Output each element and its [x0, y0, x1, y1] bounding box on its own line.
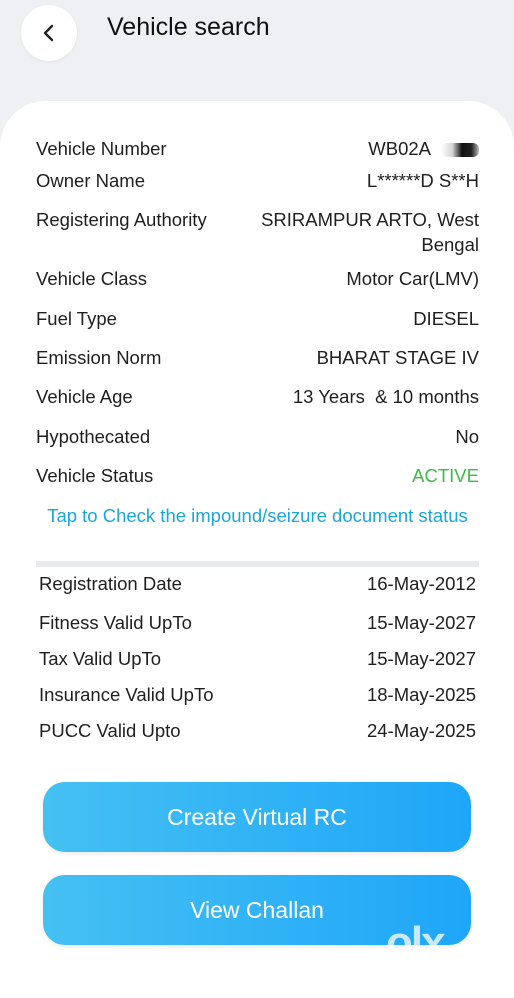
olx-watermark-sub: INDIA [449, 963, 468, 970]
detail-label: Emission Norm [36, 347, 162, 368]
detail-label: Registering Authority [36, 209, 207, 230]
chevron-left-icon [43, 24, 54, 42]
detail-row-registering-authority: Registering Authority SRIRAMPUR ARTO, We… [36, 207, 479, 257]
validity-value: 15-May-2027 [366, 612, 476, 633]
validity-value: 16-May-2012 [366, 573, 476, 594]
detail-row-fuel-type: Fuel Type DIESEL [36, 306, 479, 331]
impound-status-link[interactable]: Tap to Check the impound/seizure documen… [36, 503, 479, 528]
validity-label: Fitness Valid UpTo [39, 612, 192, 633]
detail-row-hypothecated: Hypothecated No [36, 424, 479, 449]
detail-label: Hypothecated [36, 426, 151, 447]
detail-value: No [455, 426, 479, 447]
detail-value: WB02A [368, 136, 479, 161]
validity-row-tax: Tax Valid UpTo 15-May-2027 [39, 647, 476, 671]
detail-value: DIESEL [413, 308, 479, 329]
back-button[interactable] [21, 5, 77, 61]
detail-value: Motor Car(LMV) [346, 268, 479, 289]
detail-label: Vehicle Class [36, 268, 148, 289]
validity-label: Registration Date [39, 573, 182, 594]
detail-label: Fuel Type [36, 308, 117, 329]
detail-label: Vehicle Age [36, 386, 133, 407]
detail-row-vehicle-class: Vehicle Class Motor Car(LMV) [36, 266, 479, 291]
page-title: Vehicle search [107, 13, 270, 41]
validity-row-fitness: Fitness Valid UpTo 15-May-2027 [39, 611, 476, 635]
validity-value: 24-May-2025 [366, 720, 476, 741]
olx-watermark-logo: olx [386, 918, 446, 967]
detail-label: Vehicle Number [36, 138, 167, 159]
detail-row-emission-norm: Emission Norm BHARAT STAGE IV [36, 345, 479, 370]
validity-value: 15-May-2027 [366, 648, 476, 669]
validity-value: 18-May-2025 [366, 684, 476, 705]
detail-label: Vehicle Status [36, 465, 154, 486]
detail-row-vehicle-status: Vehicle Status ACTIVE [36, 463, 479, 488]
detail-row-vehicle-number: Vehicle Number WB02A [36, 136, 479, 161]
validity-row-pucc: PUCC Valid Upto 24-May-2025 [39, 719, 476, 743]
detail-value: L******D S**H [366, 170, 479, 191]
detail-label: Owner Name [36, 170, 145, 191]
validity-label: PUCC Valid Upto [39, 720, 181, 741]
detail-row-vehicle-age: Vehicle Age 13 Years & 10 months [36, 384, 479, 409]
detail-row-owner-name: Owner Name L******D S**H [36, 168, 479, 193]
masked-text [441, 143, 479, 158]
status-badge: ACTIVE [412, 465, 479, 486]
detail-value: 13 Years & 10 months [292, 386, 479, 407]
validity-label: Insurance Valid UpTo [39, 684, 214, 705]
detail-value: BHARAT STAGE IV [316, 347, 479, 368]
detail-value: SRIRAMPUR ARTO, West Bengal [261, 209, 479, 255]
validity-label: Tax Valid UpTo [39, 648, 162, 669]
create-virtual-rc-button[interactable]: Create Virtual RC [43, 782, 471, 852]
app-header: Vehicle search [0, 0, 514, 100]
validity-row-registration-date: Registration Date 16-May-2012 [39, 572, 476, 596]
section-divider [36, 561, 479, 567]
validity-row-insurance: Insurance Valid UpTo 18-May-2025 [39, 683, 476, 707]
